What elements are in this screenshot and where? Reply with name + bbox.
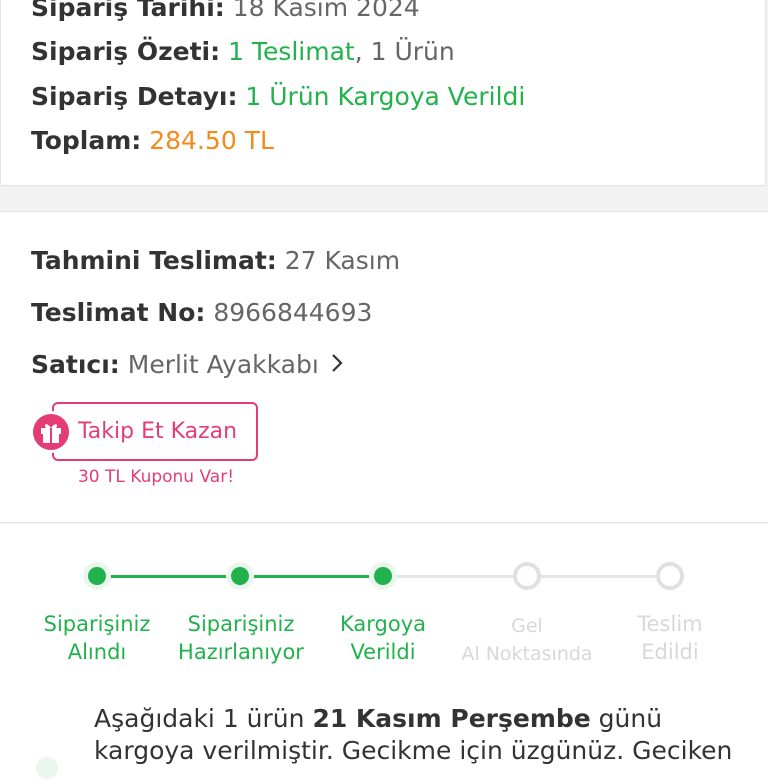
order-date-value: 18 Kasım 2024 xyxy=(232,0,420,22)
step-label-5: Teslim Edildi xyxy=(595,610,745,666)
step-4-line2: Al Noktasında xyxy=(461,643,593,665)
step-label-4: Gel Al Noktasında xyxy=(452,612,602,668)
shipping-notice: Aşağıdaki 1 ürün 21 Kasım Perşembe günü … xyxy=(94,703,744,767)
order-date-row: Sipariş Tarihi: 18 Kasım 2024 xyxy=(31,0,420,24)
delivery-number-label: Teslimat No: xyxy=(31,298,206,327)
step-dot-4 xyxy=(513,562,541,590)
order-date-label: Sipariş Tarihi: xyxy=(31,0,225,22)
order-detail-value: 1 Ürün Kargoya Verildi xyxy=(245,82,526,111)
order-total-row: Toplam: 284.50 TL xyxy=(31,125,274,157)
step-1-line2: Alındı xyxy=(67,640,127,664)
seller-label: Satıcı: xyxy=(31,350,120,379)
estimated-delivery-label: Tahmini Teslimat: xyxy=(31,246,277,275)
step-5-line2: Edildi xyxy=(641,640,699,664)
order-total-label: Toplam: xyxy=(31,126,142,155)
order-summary-delivery: 1 Teslimat xyxy=(228,37,355,66)
order-summary-row: Sipariş Özeti: 1 Teslimat, 1 Ürün xyxy=(31,36,455,68)
order-summary-label: Sipariş Özeti: xyxy=(31,37,221,66)
step-label-3: Kargoya Verildi xyxy=(308,610,458,666)
delivery-number-value: 8966844693 xyxy=(213,298,373,327)
step-dot-3 xyxy=(369,562,397,590)
estimated-delivery-value: 27 Kasım xyxy=(284,246,401,275)
step-label-1: Siparişiniz Alındı xyxy=(22,610,172,666)
order-total-value: 284.50 TL xyxy=(149,126,274,155)
order-summary-items: , 1 Ürün xyxy=(354,37,455,66)
coupon-text: 30 TL Kuponu Var! xyxy=(77,467,235,487)
step-dot-1 xyxy=(83,562,111,590)
step-3-line1: Kargoya xyxy=(339,612,426,636)
gift-icon xyxy=(30,411,72,453)
step-2-line2: Hazırlanıyor xyxy=(178,640,304,664)
chevron-right-icon xyxy=(331,349,343,381)
notice-text-1: Aşağıdaki 1 ürün xyxy=(94,704,313,733)
seller-link[interactable]: Merlit Ayakkabı xyxy=(128,350,319,379)
step-4-line1: Gel xyxy=(511,615,543,637)
estimated-delivery-row: Tahmini Teslimat: 27 Kasım xyxy=(31,245,400,277)
notice-date: 21 Kasım Perşembe xyxy=(312,704,591,733)
info-icon xyxy=(36,757,58,779)
step-2-line1: Siparişiniz xyxy=(187,612,295,636)
seller-row[interactable]: Satıcı: Merlit Ayakkabı xyxy=(31,349,343,381)
order-detail-label: Sipariş Detayı: xyxy=(31,82,238,111)
order-detail-row: Sipariş Detayı: 1 Ürün Kargoya Verildi xyxy=(31,81,525,113)
step-label-2: Siparişiniz Hazırlanıyor xyxy=(166,610,316,666)
step-dot-2 xyxy=(226,562,254,590)
follow-earn-label: Takip Et Kazan xyxy=(78,419,238,444)
step-3-line2: Verildi xyxy=(350,640,416,664)
step-dot-5 xyxy=(656,562,684,590)
step-1-line1: Siparişiniz xyxy=(43,612,151,636)
step-5-line1: Teslim xyxy=(637,612,703,636)
follow-earn-button[interactable]: Takip Et Kazan xyxy=(52,402,258,461)
delivery-number-row: Teslimat No: 8966844693 xyxy=(31,297,372,329)
